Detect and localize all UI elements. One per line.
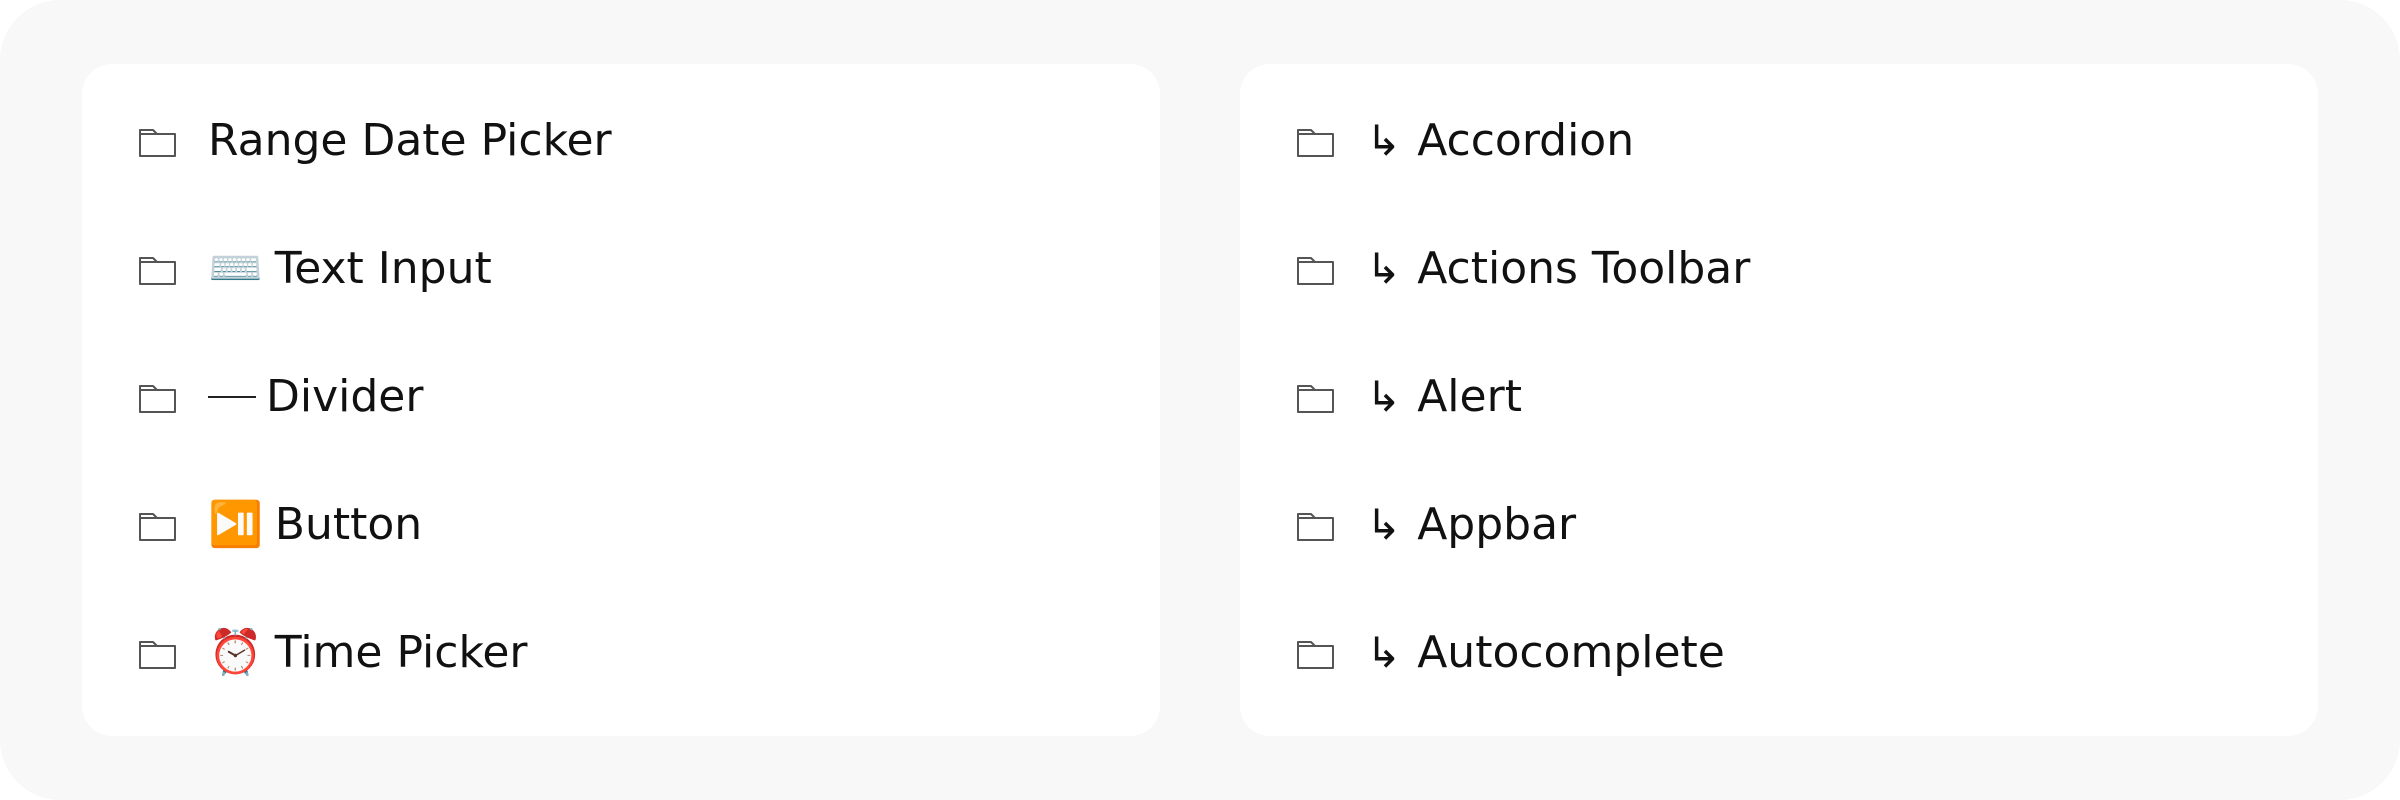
list-item-autocomplete[interactable]: ↳ Autocomplete — [1296, 613, 1725, 693]
item-label: Divider — [266, 371, 424, 422]
folder-icon — [138, 636, 178, 670]
left-panel: Range Date Picker ⌨️ Text Input Divider … — [82, 64, 1160, 736]
list-item-button[interactable]: ⏯️ Button — [138, 485, 422, 565]
item-label: Time Picker — [274, 627, 528, 678]
item-label: Actions Toolbar — [1417, 243, 1751, 294]
folder-icon — [138, 508, 178, 542]
right-panel: ↳ Accordion ↳ Actions Toolbar ↳ Alert ↳ … — [1240, 64, 2318, 736]
item-label: Accordion — [1417, 115, 1635, 166]
folder-icon — [1296, 124, 1336, 158]
subitem-arrow-icon: ↳ — [1366, 244, 1402, 293]
list-item-appbar[interactable]: ↳ Appbar — [1296, 485, 1576, 565]
folder-icon — [1296, 636, 1336, 670]
subitem-arrow-icon: ↳ — [1366, 500, 1402, 549]
list-item-actions-toolbar[interactable]: ↳ Actions Toolbar — [1296, 229, 1750, 309]
list-item-text-input[interactable]: ⌨️ Text Input — [138, 229, 492, 309]
list-item-divider[interactable]: Divider — [138, 357, 423, 437]
item-label: Text Input — [274, 243, 492, 294]
folder-icon — [138, 124, 178, 158]
folder-icon — [1296, 508, 1336, 542]
keyboard-icon: ⌨️ — [208, 243, 263, 294]
item-label: Range Date Picker — [208, 115, 612, 166]
subitem-arrow-icon: ↳ — [1366, 628, 1402, 677]
play-pause-icon: ⏯️ — [208, 499, 263, 550]
folder-icon — [138, 380, 178, 414]
item-label: Button — [274, 499, 423, 550]
item-label: Alert — [1417, 371, 1522, 422]
dash-icon — [208, 396, 256, 398]
list-item-range-date-picker[interactable]: Range Date Picker — [138, 101, 612, 181]
list-item-time-picker[interactable]: ⏰ Time Picker — [138, 613, 528, 693]
subitem-arrow-icon: ↳ — [1366, 116, 1402, 165]
list-item-accordion[interactable]: ↳ Accordion — [1296, 101, 1634, 181]
folder-icon — [1296, 252, 1336, 286]
list-item-alert[interactable]: ↳ Alert — [1296, 357, 1522, 437]
item-label: Autocomplete — [1417, 627, 1725, 678]
alarm-clock-icon: ⏰ — [208, 627, 263, 678]
folder-icon — [1296, 380, 1336, 414]
app-frame: Range Date Picker ⌨️ Text Input Divider … — [0, 0, 2400, 800]
subitem-arrow-icon: ↳ — [1366, 372, 1402, 421]
folder-icon — [138, 252, 178, 286]
item-label: Appbar — [1417, 499, 1577, 550]
